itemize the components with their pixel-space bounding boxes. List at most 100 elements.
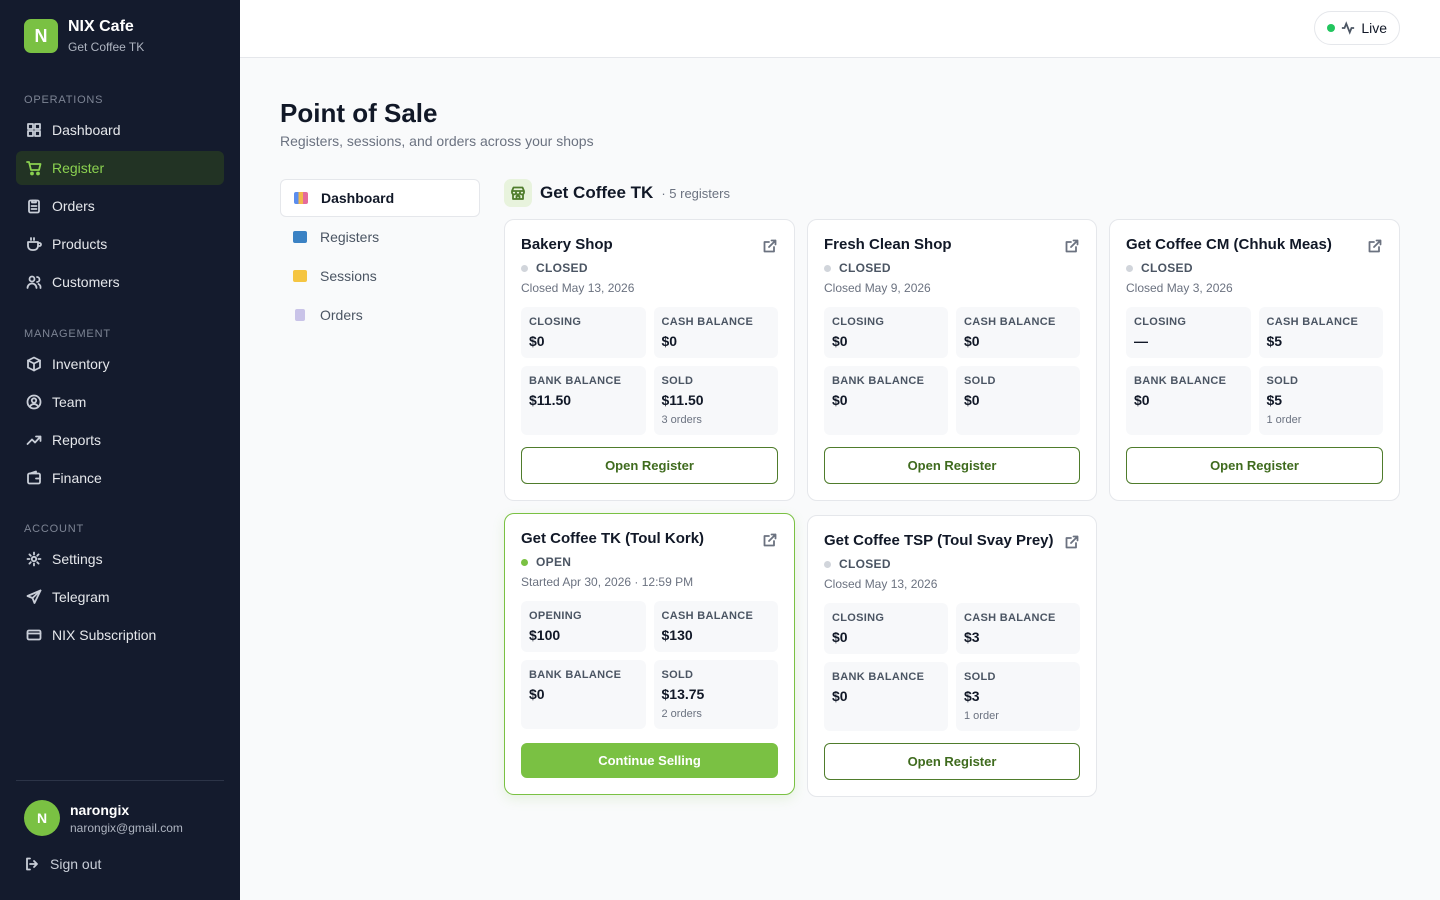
stat-value: $5 <box>1266 333 1283 349</box>
nav-label: Products <box>52 236 108 252</box>
external-link-icon[interactable] <box>1367 238 1383 254</box>
shop-name: Get Coffee TK <box>540 183 654 202</box>
status-label: CLOSED <box>839 557 891 571</box>
stat-label: BANK BALANCE <box>832 375 925 387</box>
nav-item-customers[interactable]: Customers <box>16 265 224 299</box>
nav-item-orders[interactable]: Orders <box>16 189 224 223</box>
credit-card-icon <box>26 629 42 641</box>
status-dot <box>824 560 831 568</box>
status-dot <box>521 264 528 272</box>
status-dot <box>521 558 528 566</box>
stat-value: $5 <box>1266 392 1283 408</box>
nav-label: Reports <box>52 432 102 448</box>
stat-label: SOLD <box>964 375 996 387</box>
receipt-icon <box>295 309 305 321</box>
nav-label: Dashboard <box>52 122 121 138</box>
register-stats: CLOSING $0 CASH BALANCE $3 BANK BALANCE $0 … <box>824 603 1080 731</box>
nav-item-finance[interactable]: Finance <box>16 461 224 495</box>
open-register-button[interactable]: Open Register <box>521 447 778 484</box>
stat-label: CASH BALANCE <box>964 612 1056 624</box>
subnav-registers[interactable]: Registers <box>280 218 480 256</box>
open-register-button[interactable]: Open Register <box>824 447 1080 484</box>
stat-value: $0 <box>661 333 678 349</box>
nav-item-telegram[interactable]: Telegram <box>16 580 224 614</box>
stat-opening: OPENING $100 <box>521 601 646 652</box>
status-date: Closed May 3, 2026 <box>1126 281 1233 295</box>
coffee-cup-icon <box>27 237 42 251</box>
nav-item-settings[interactable]: Settings <box>16 542 224 576</box>
register-name: Get Coffee TK (Toul Kork) <box>521 530 705 547</box>
sign-out-button[interactable]: Sign out <box>24 856 101 872</box>
continue-selling-button[interactable]: Continue Selling <box>521 743 778 778</box>
register-count: · 5 registers <box>661 185 730 201</box>
nav-item-register[interactable]: Register <box>16 151 224 185</box>
stat-sold: SOLD $0 <box>956 366 1080 435</box>
user-circle-icon <box>26 394 42 410</box>
live-status-badge[interactable]: Live <box>1314 11 1400 45</box>
stat-label: CLOSING <box>1134 316 1187 328</box>
user-profile[interactable]: N narongix narongix@gmail.com <box>24 800 183 836</box>
activity-icon <box>1342 21 1355 35</box>
external-link-icon[interactable] <box>1064 534 1080 550</box>
stat-value: $3 <box>964 629 980 645</box>
nav-item-team[interactable]: Team <box>16 385 224 419</box>
external-link-icon[interactable] <box>762 238 778 254</box>
stat-value: $0 <box>529 686 545 702</box>
status-date: Started Apr 30, 2026 · 12:59 PM <box>521 575 694 589</box>
stat-value: $11.50 <box>661 392 704 408</box>
external-link-icon[interactable] <box>762 532 778 548</box>
store-icon <box>504 179 532 207</box>
stat-note: 2 orders <box>661 708 702 720</box>
status-label: OPEN <box>536 555 572 569</box>
stat-note: 3 orders <box>661 414 702 426</box>
register-card-get-coffee-cm: Get Coffee CM (Chhuk Meas) CLOSED Closed… <box>1109 219 1400 501</box>
nav-item-reports[interactable]: Reports <box>16 423 224 457</box>
page-title: Point of Sale <box>280 98 438 128</box>
subnav-dashboard[interactable]: Dashboard <box>280 179 480 217</box>
stat-bank-balance: BANK BALANCE $0 <box>521 660 646 729</box>
nav-label: Customers <box>52 274 120 290</box>
nav-item-products[interactable]: Products <box>16 227 224 261</box>
subnav-label: Dashboard <box>321 190 395 206</box>
stat-label: BANK BALANCE <box>529 669 622 681</box>
shop-header: Get Coffee TK · 5 registers <box>504 179 730 207</box>
stat-note: 1 order <box>964 710 999 722</box>
stat-label: CLOSING <box>832 612 885 624</box>
nav-heading-account: ACCOUNT <box>24 523 84 535</box>
brand-name: NIX Cafe <box>68 18 134 35</box>
stat-cash-balance: CASH BALANCE $5 <box>1258 307 1383 358</box>
wallet-icon <box>27 470 41 485</box>
nav-label: Telegram <box>52 589 110 605</box>
stat-label: SOLD <box>661 375 694 387</box>
nav-item-inventory[interactable]: Inventory <box>16 347 224 381</box>
users-icon <box>26 275 42 289</box>
box-icon <box>27 356 41 372</box>
stat-label: CASH BALANCE <box>964 316 1056 328</box>
nav-item-dashboard[interactable]: Dashboard <box>16 113 224 147</box>
nav-label: Finance <box>52 470 102 486</box>
stat-label: BANK BALANCE <box>529 375 622 387</box>
bar-chart-icon <box>294 192 308 204</box>
open-register-button[interactable]: Open Register <box>824 743 1080 780</box>
user-name: narongix <box>70 801 130 818</box>
stat-value: $0 <box>964 392 980 408</box>
subnav-orders[interactable]: Orders <box>280 296 480 334</box>
live-dot <box>1327 24 1336 32</box>
stat-sold: SOLD $5 1 order <box>1258 366 1383 435</box>
stat-label: CASH BALANCE <box>1266 316 1359 328</box>
register-name: Get Coffee TSP (Toul Svay Prey) <box>824 532 1054 549</box>
external-link-icon[interactable] <box>1064 238 1080 254</box>
live-label: Live <box>1361 20 1387 36</box>
nav-item-subscription[interactable]: NIX Subscription <box>16 618 224 652</box>
stat-value: $100 <box>529 627 561 643</box>
status-badge: OPEN <box>521 555 778 569</box>
nav-label: NIX Subscription <box>52 627 157 643</box>
brand[interactable]: N NIX Cafe Get Coffee TK <box>24 18 144 54</box>
status-date: Closed May 9, 2026 <box>824 281 931 295</box>
subnav-sessions[interactable]: Sessions <box>280 257 480 295</box>
status-label: CLOSED <box>839 261 891 275</box>
open-register-button[interactable]: Open Register <box>1126 447 1383 484</box>
register-name: Fresh Clean Shop <box>824 236 952 253</box>
stat-value: $0 <box>1134 392 1150 408</box>
stat-closing: CLOSING — <box>1126 307 1251 358</box>
